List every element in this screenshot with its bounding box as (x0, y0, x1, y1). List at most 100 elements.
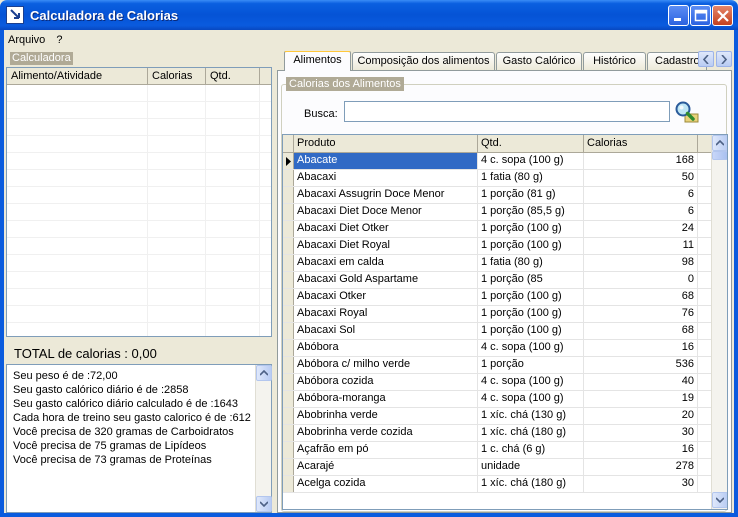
minimize-icon (674, 18, 681, 21)
table-row[interactable]: Açafrão em pó 1 c. chá (6 g) 16 (283, 442, 713, 459)
cell-produto: Abacaxi Diet Otker (294, 221, 478, 237)
table-row[interactable] (7, 85, 271, 102)
row-indicator[interactable] (283, 357, 294, 373)
table-row[interactable]: Abacaxi Diet Royal 1 porção (100 g) 11 (283, 238, 713, 255)
summary-text-box[interactable]: Seu peso é de :72,00 Seu gasto calórico … (6, 364, 272, 513)
row-indicator[interactable] (283, 323, 294, 339)
search-input[interactable] (344, 101, 670, 122)
table-row[interactable]: Abacaxi Gold Aspartame 1 porção (85 0 (283, 272, 713, 289)
calculator-app-icon[interactable] (6, 6, 24, 24)
scroll-thumb[interactable] (712, 151, 727, 160)
cell-produto: Abacaxi Gold Aspartame (294, 272, 478, 288)
table-row[interactable]: Abacaxi Diet Doce Menor 1 porção (85,5 g)… (283, 204, 713, 221)
row-indicator[interactable] (283, 459, 294, 475)
row-indicator[interactable] (283, 374, 294, 390)
row-indicator[interactable] (283, 476, 294, 492)
table-row[interactable] (7, 153, 271, 170)
calculator-grid[interactable]: Alimento/Atividade Calorias Qtd. (6, 67, 272, 337)
table-row[interactable]: Acarajé unidade 278 (283, 459, 713, 476)
table-row[interactable] (7, 238, 271, 255)
table-cell (206, 153, 260, 169)
calculator-grid-body[interactable] (7, 85, 271, 336)
table-row[interactable]: Abobrinha verde cozida 1 xíc. chá (180 g)… (283, 425, 713, 442)
scroll-up-button[interactable] (256, 365, 272, 381)
table-row[interactable]: Acelga cozida 1 xíc. chá (180 g) 30 (283, 476, 713, 493)
table-row[interactable]: Abacate 4 c. sopa (100 g) 168 (283, 153, 713, 170)
table-row[interactable] (7, 289, 271, 306)
table-row[interactable] (7, 204, 271, 221)
table-row[interactable] (7, 255, 271, 272)
row-indicator[interactable] (283, 255, 294, 271)
search-button[interactable] (673, 100, 699, 124)
close-button[interactable] (712, 5, 733, 26)
table-row[interactable] (7, 323, 271, 336)
table-row[interactable] (7, 119, 271, 136)
foods-grid[interactable]: Produto Qtd. Calorias Abacate 4 c. sopa (… (282, 134, 728, 510)
column-header-calorias[interactable]: Calorias (148, 68, 206, 84)
table-row[interactable] (7, 187, 271, 204)
row-indicator[interactable] (283, 442, 294, 458)
row-indicator[interactable] (283, 221, 294, 237)
row-indicator[interactable] (283, 289, 294, 305)
row-indicator[interactable] (283, 238, 294, 254)
maximize-button[interactable] (690, 5, 711, 26)
tab-composicao[interactable]: Composição dos alimentos (352, 52, 495, 70)
column-header-qtd[interactable]: Qtd. (206, 68, 260, 84)
menu-help[interactable]: ? (52, 32, 66, 48)
row-indicator[interactable] (283, 170, 294, 186)
cell-calorias: 68 (584, 289, 698, 305)
table-row[interactable]: Abóbora 4 c. sopa (100 g) 16 (283, 340, 713, 357)
table-cell (7, 221, 148, 237)
table-row[interactable]: Abóbora cozida 4 c. sopa (100 g) 40 (283, 374, 713, 391)
scroll-down-button[interactable] (712, 492, 727, 508)
tab-gasto-calorico[interactable]: Gasto Calórico (496, 52, 582, 70)
tab-alimentos[interactable]: Alimentos (284, 51, 351, 71)
tab-scroll-right-button[interactable] (716, 51, 732, 67)
table-row[interactable] (7, 102, 271, 119)
scroll-up-button[interactable] (712, 135, 727, 151)
table-row[interactable]: Abacaxi Otker 1 porção (100 g) 68 (283, 289, 713, 306)
cell-calorias: 16 (584, 340, 698, 356)
tab-scroll-left-button[interactable] (698, 51, 714, 67)
table-row[interactable]: Abacaxi 1 fatia (80 g) 50 (283, 170, 713, 187)
title-bar[interactable]: Calculadora de Calorias (0, 0, 738, 30)
foods-scrollbar[interactable] (711, 135, 727, 509)
table-row[interactable]: Abacaxi Sol 1 porção (100 g) 68 (283, 323, 713, 340)
table-row[interactable]: Abacaxi em calda 1 fatia (80 g) 98 (283, 255, 713, 272)
table-row[interactable] (7, 170, 271, 187)
row-indicator[interactable] (283, 204, 294, 220)
menu-arquivo[interactable]: Arquivo (4, 32, 49, 48)
cell-qtd: 1 porção (81 g) (478, 187, 584, 203)
column-header-calorias[interactable]: Calorias (584, 135, 698, 153)
column-header-produto[interactable]: Produto (294, 135, 478, 153)
table-row[interactable]: Abacaxi Assugrin Doce Menor 1 porção (81 … (283, 187, 713, 204)
cell-qtd: 1 porção (100 g) (478, 221, 584, 237)
row-indicator[interactable] (283, 425, 294, 441)
cell-produto: Abóbora c/ milho verde (294, 357, 478, 373)
table-row[interactable] (7, 136, 271, 153)
cell-produto: Abacaxi Sol (294, 323, 478, 339)
column-header-qtd[interactable]: Qtd. (478, 135, 584, 153)
minimize-button[interactable] (668, 5, 689, 26)
table-row[interactable] (7, 221, 271, 238)
column-header-alimento[interactable]: Alimento/Atividade (7, 68, 148, 84)
row-indicator[interactable] (283, 306, 294, 322)
row-indicator[interactable] (283, 153, 294, 169)
summary-scrollbar[interactable] (255, 365, 272, 512)
row-indicator[interactable] (283, 340, 294, 356)
table-row[interactable] (7, 306, 271, 323)
tab-historico[interactable]: Histórico (583, 52, 646, 70)
table-row[interactable] (7, 272, 271, 289)
table-cell (148, 187, 206, 203)
table-row[interactable]: Abacaxi Diet Otker 1 porção (100 g) 24 (283, 221, 713, 238)
scroll-down-button[interactable] (256, 496, 272, 512)
table-row[interactable]: Abacaxi Royal 1 porção (100 g) 76 (283, 306, 713, 323)
row-indicator[interactable] (283, 272, 294, 288)
table-row[interactable]: Abóbora c/ milho verde 1 porção 536 (283, 357, 713, 374)
row-indicator[interactable] (283, 187, 294, 203)
row-indicator[interactable] (283, 408, 294, 424)
row-indicator[interactable] (283, 391, 294, 407)
table-cell (7, 187, 148, 203)
table-row[interactable]: Abobrinha verde 1 xíc. chá (130 g) 20 (283, 408, 713, 425)
table-row[interactable]: Abóbora-moranga 4 c. sopa (100 g) 19 (283, 391, 713, 408)
